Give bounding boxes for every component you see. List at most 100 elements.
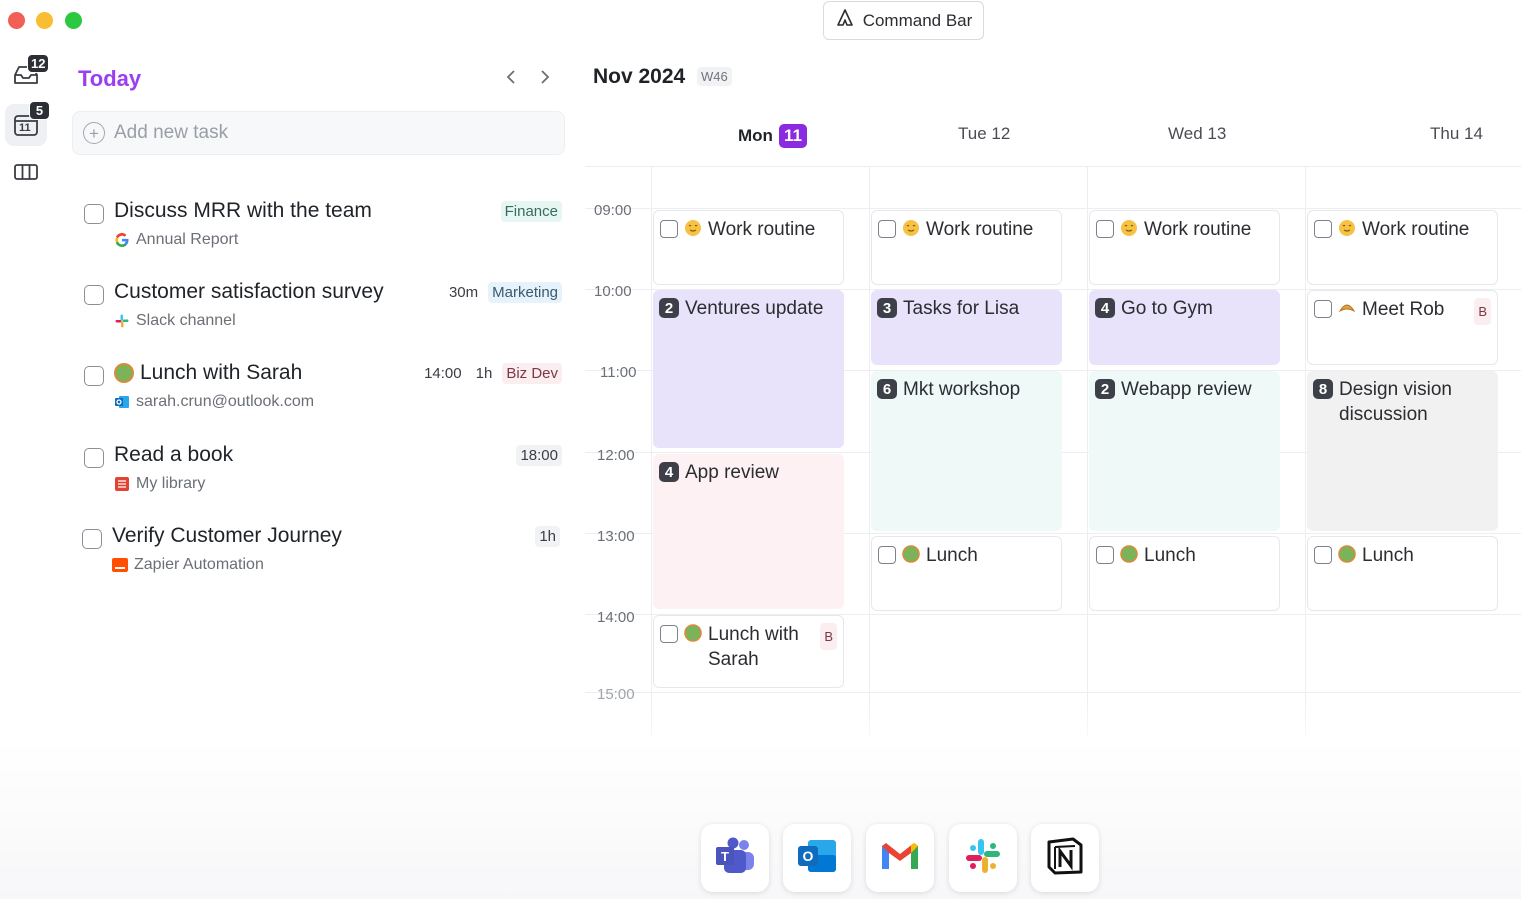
notion-app[interactable] (1031, 824, 1099, 892)
task-item[interactable]: Lunch with Sarah 14:00 1h Biz Dev sarah.… (84, 361, 564, 425)
gmail-app[interactable] (866, 824, 934, 892)
task-checkbox[interactable] (84, 204, 104, 224)
previous-day-button[interactable] (500, 66, 522, 92)
task-checkbox[interactable] (84, 285, 104, 305)
calendar-event[interactable]: 2 Ventures update (653, 290, 844, 448)
event-checkbox[interactable] (660, 625, 678, 643)
teams-icon: T (714, 837, 756, 880)
task-title: Read a book (114, 443, 234, 466)
close-window-button[interactable] (8, 12, 25, 29)
time-chip: 14:00 (424, 365, 462, 382)
minimize-window-button[interactable] (36, 12, 53, 29)
notion-icon (1045, 836, 1085, 881)
outlook-app[interactable]: O (783, 824, 851, 892)
salad-emoji-icon (1120, 545, 1138, 563)
grid-line (869, 166, 870, 736)
event-title: Meet Rob (1362, 299, 1445, 320)
event-checkbox[interactable] (1314, 300, 1332, 318)
task-item[interactable]: Verify Customer Journey 1h Zapier Automa… (82, 524, 562, 588)
task-title: Verify Customer Journey (112, 524, 342, 547)
event-count-badge: 4 (1095, 298, 1115, 318)
calendar-event[interactable]: 2 Webapp review (1089, 371, 1280, 531)
slack-app[interactable] (949, 824, 1017, 892)
calendar-event[interactable]: Lunch (871, 536, 1062, 611)
board-view-button[interactable] (5, 153, 47, 195)
hour-label: 09:00 (594, 202, 632, 219)
day-header-mon[interactable]: Mon 11 (738, 124, 807, 148)
task-source: Zapier Automation (134, 556, 264, 573)
grid-line (585, 692, 1521, 693)
next-day-button[interactable] (534, 66, 556, 92)
day-name: Tue 12 (958, 124, 1011, 143)
event-checkbox[interactable] (1096, 546, 1114, 564)
book-icon (114, 476, 130, 492)
add-task-placeholder: Add new task (114, 122, 229, 143)
calendar-event[interactable]: 3 Tasks for Lisa (871, 290, 1062, 365)
event-title: App review (685, 462, 779, 483)
svg-text:T: T (721, 849, 729, 864)
task-title: Lunch with Sarah (140, 361, 303, 384)
event-checkbox[interactable] (878, 546, 896, 564)
task-source: Slack channel (136, 312, 236, 329)
tag-chip: Finance (500, 201, 562, 222)
event-title: Lunch with Sarah (708, 624, 799, 670)
gmail-icon (879, 840, 921, 877)
duration-chip: 1h (535, 526, 560, 547)
event-count-badge: 2 (659, 298, 679, 318)
calendar-event[interactable]: Work routine (871, 210, 1062, 285)
event-title: Webapp review (1121, 379, 1252, 400)
croissant-emoji-icon (1338, 299, 1356, 317)
outlook-icon: O (796, 837, 838, 880)
event-checkbox[interactable] (878, 220, 896, 238)
event-checkbox[interactable] (1314, 220, 1332, 238)
event-checkbox[interactable] (660, 220, 678, 238)
calendar-event[interactable]: Meet Rob B (1307, 290, 1498, 365)
today-count-badge: 5 (29, 101, 50, 120)
grid-line (651, 166, 652, 736)
day-header-wed[interactable]: Wed 13 (1168, 124, 1226, 144)
today-button[interactable]: 11 5 (5, 101, 50, 146)
command-bar-icon (835, 8, 855, 33)
task-checkbox[interactable] (84, 448, 104, 468)
time-chip: 18:00 (516, 445, 562, 466)
calendar-event[interactable]: Lunch (1089, 536, 1280, 611)
smiley-emoji-icon (902, 219, 920, 237)
calendar-event[interactable]: Work routine (653, 210, 844, 285)
chevron-right-icon (539, 69, 551, 90)
add-task-input[interactable]: + Add new task (72, 111, 565, 155)
calendar-event[interactable]: 4 App review (653, 454, 844, 609)
event-checkbox[interactable] (1314, 546, 1332, 564)
task-checkbox[interactable] (82, 529, 102, 549)
calendar-event[interactable]: 6 Mkt workshop (871, 371, 1062, 531)
calendar-day-number: 11 (19, 122, 31, 134)
task-checkbox[interactable] (84, 366, 104, 386)
inbox-button[interactable]: 12 (5, 54, 50, 98)
calendar-event[interactable]: Lunch with Sarah B (653, 615, 844, 688)
zoom-window-button[interactable] (65, 12, 82, 29)
event-title: Tasks for Lisa (903, 298, 1020, 319)
calendar-event[interactable]: 8 Design vision discussion (1307, 371, 1498, 531)
command-bar-button[interactable]: Command Bar (823, 1, 984, 40)
day-header-thu[interactable]: Thu 14 (1430, 124, 1483, 144)
tag-chip: Marketing (488, 282, 562, 303)
calendar-event[interactable]: Work routine (1089, 210, 1280, 285)
event-title: Work routine (1362, 219, 1470, 240)
svg-text:O: O (803, 848, 814, 864)
task-item[interactable]: Discuss MRR with the team Finance Annual… (84, 199, 564, 263)
day-header-tue[interactable]: Tue 12 (958, 124, 1010, 144)
smiley-emoji-icon (1120, 219, 1138, 237)
hour-label: 11:00 (600, 364, 637, 381)
hour-label: 12:00 (597, 447, 635, 464)
event-checkbox[interactable] (1096, 220, 1114, 238)
panel-title: Today (78, 66, 142, 91)
calendar-event[interactable]: Lunch (1307, 536, 1498, 611)
task-item[interactable]: Read a book 18:00 My library (84, 443, 564, 507)
google-icon (114, 232, 130, 248)
teams-app[interactable]: T (701, 824, 769, 892)
task-item[interactable]: Customer satisfaction survey 30m Marketi… (84, 280, 564, 344)
slack-icon (114, 313, 130, 329)
calendar-event[interactable]: 4 Go to Gym (1089, 290, 1280, 365)
zapier-icon (112, 557, 128, 573)
calendar-event[interactable]: Work routine (1307, 210, 1498, 285)
day-name: Mon (738, 126, 773, 145)
